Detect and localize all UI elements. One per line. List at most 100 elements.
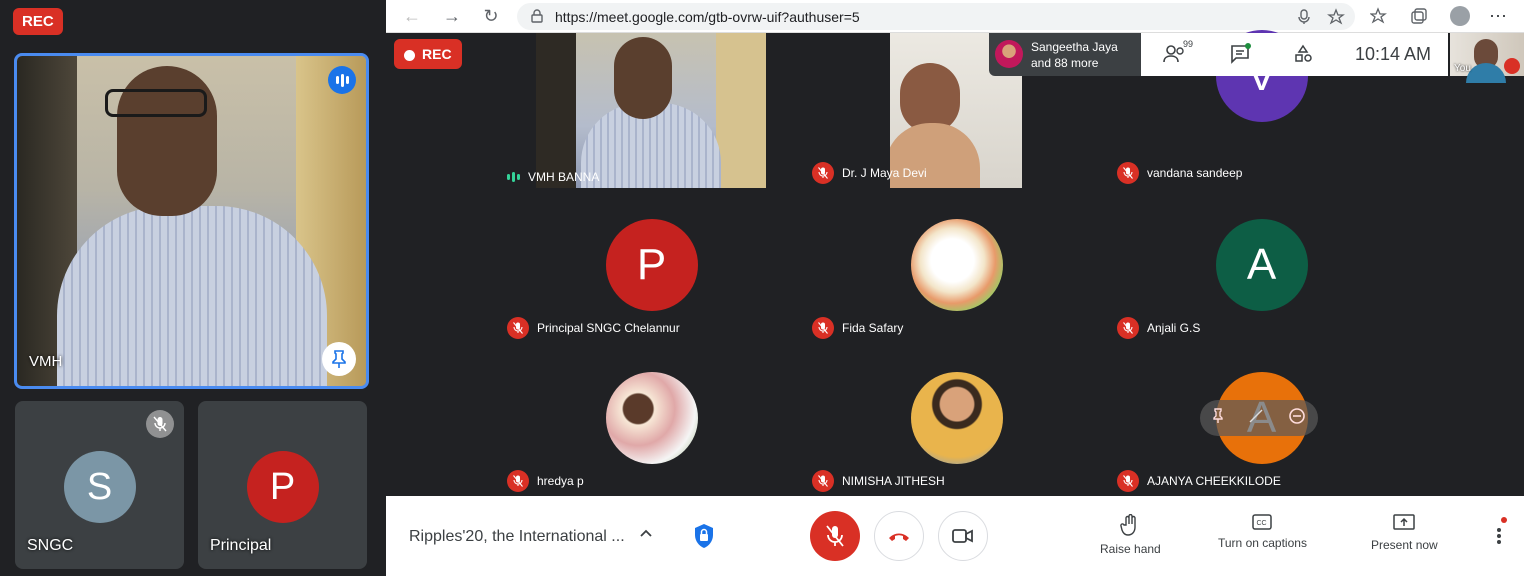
participant-label: VMH BANNA bbox=[507, 170, 599, 184]
microphone-toggle-button[interactable] bbox=[810, 511, 860, 561]
participant-name: AJANYA CHEEKKILODE bbox=[1147, 474, 1281, 488]
pin-icon[interactable] bbox=[1212, 407, 1224, 429]
mute-participant-icon[interactable] bbox=[1249, 409, 1263, 428]
favorite-icon[interactable] bbox=[1327, 8, 1345, 26]
svg-text:CC: CC bbox=[1257, 520, 1267, 527]
activities-icon[interactable] bbox=[1292, 43, 1316, 67]
camera-toggle-button[interactable] bbox=[938, 511, 988, 561]
participant-label: Fida Safary bbox=[812, 317, 903, 339]
avatar: A bbox=[1215, 219, 1308, 311]
pin-icon[interactable] bbox=[322, 342, 356, 376]
lock-icon bbox=[531, 9, 543, 23]
raise-hand-button[interactable]: Raise hand bbox=[1100, 514, 1161, 556]
participant-tile[interactable]: NIMISHA JITHESH bbox=[804, 341, 1109, 496]
muted-mic-icon bbox=[507, 470, 529, 492]
muted-mic-icon bbox=[1117, 317, 1139, 339]
self-view-tile[interactable]: You bbox=[1450, 33, 1524, 83]
meeting-info-bar: Sangeetha Jaya and 88 more 99 10:14 AM bbox=[989, 33, 1448, 76]
participant-tile[interactable]: hredya p bbox=[499, 341, 804, 496]
presenter-avatar bbox=[995, 40, 1023, 68]
participant-name: Principal bbox=[210, 537, 272, 554]
mic-off-icon bbox=[826, 525, 844, 547]
meeting-title[interactable]: Ripples'20, the International ... bbox=[409, 528, 625, 546]
captions-label: Turn on captions bbox=[1218, 536, 1307, 550]
participant-label: Dr. J Maya Devi bbox=[812, 162, 927, 184]
chat-icon[interactable] bbox=[1229, 43, 1253, 67]
participant-tile[interactable]: VMH BANNA bbox=[499, 33, 804, 188]
speaking-indicator-icon bbox=[507, 172, 520, 182]
present-label: Present now bbox=[1371, 538, 1438, 552]
participant-tile[interactable]: P Principal SNGC Chelannur bbox=[499, 188, 804, 343]
url-text: https://meet.google.com/gtb-ovrw-uif?aut… bbox=[555, 9, 860, 25]
raise-hand-label: Raise hand bbox=[1100, 542, 1161, 556]
speaker-glasses bbox=[105, 89, 207, 117]
participant-name: vandana sandeep bbox=[1147, 166, 1243, 180]
muted-mic-icon bbox=[1504, 58, 1520, 74]
participant-tile[interactable]: Fida Safary bbox=[804, 188, 1109, 343]
reload-icon[interactable]: ↻ bbox=[481, 6, 501, 26]
participant-label: NIMISHA JITHESH bbox=[812, 470, 945, 492]
more-options-icon[interactable] bbox=[1492, 516, 1508, 546]
muted-mic-icon bbox=[812, 162, 834, 184]
collections-icon[interactable] bbox=[1410, 7, 1428, 25]
back-icon[interactable]: ← bbox=[402, 6, 422, 26]
speaking-indicator-icon bbox=[328, 66, 356, 94]
favorites-icon[interactable] bbox=[1370, 7, 1388, 25]
recording-badge: REC bbox=[13, 8, 63, 35]
hang-up-icon bbox=[889, 533, 909, 541]
participant-tile[interactable]: S SNGC bbox=[15, 401, 184, 569]
participant-tile[interactable]: A AJANYA CHEEKKILODE bbox=[1109, 341, 1414, 496]
avatar: P bbox=[246, 451, 319, 523]
present-icon bbox=[1393, 514, 1416, 530]
participant-name: Fida Safary bbox=[842, 321, 904, 335]
hand-icon bbox=[1120, 514, 1137, 536]
muted-mic-icon bbox=[1117, 470, 1139, 492]
microphone-icon[interactable] bbox=[1295, 8, 1313, 26]
remove-icon[interactable] bbox=[1288, 407, 1306, 430]
address-bar[interactable]: https://meet.google.com/gtb-ovrw-uif?aut… bbox=[517, 3, 1355, 30]
avatar-photo bbox=[910, 372, 1003, 464]
clock: 10:14 AM bbox=[1355, 44, 1432, 64]
shield-icon[interactable] bbox=[692, 522, 716, 555]
participant-name: Principal SNGC Chelannur bbox=[537, 321, 680, 335]
speaker-body bbox=[57, 206, 327, 386]
participants-count: 99 bbox=[1183, 39, 1194, 49]
browser-toolbar: ← → ↻ https://meet.google.com/gtb-ovrw-u… bbox=[386, 0, 1524, 33]
muted-mic-icon bbox=[507, 317, 529, 339]
left-panel: REC VMH S SNGC P Principal bbox=[0, 0, 386, 576]
chevron-up-icon[interactable] bbox=[638, 526, 654, 547]
presenter-indicator[interactable]: Sangeetha Jaya and 88 more bbox=[989, 33, 1141, 76]
participant-label: Principal SNGC Chelannur bbox=[507, 317, 680, 339]
captions-button[interactable]: CC Turn on captions bbox=[1218, 514, 1307, 550]
muted-mic-icon bbox=[146, 410, 174, 438]
participants-icon[interactable]: 99 bbox=[1163, 39, 1193, 67]
participant-tile[interactable]: A Anjali G.S bbox=[1109, 188, 1414, 343]
main-tile-name: VMH bbox=[29, 353, 63, 370]
avatar-photo bbox=[910, 219, 1003, 311]
muted-mic-icon bbox=[812, 470, 834, 492]
camera-icon bbox=[952, 529, 973, 543]
participant-name: NIMISHA JITHESH bbox=[842, 474, 945, 488]
participant-name: hredya p bbox=[537, 474, 584, 488]
participant-name: Anjali G.S bbox=[1147, 321, 1201, 335]
more-options-icon[interactable]: ⋯ bbox=[1488, 6, 1508, 26]
recording-badge: REC bbox=[394, 39, 462, 69]
participant-label: hredya p bbox=[507, 470, 584, 492]
presenter-text: Sangeetha Jaya and 88 more bbox=[1031, 39, 1118, 71]
meeting-controls-bar: Ripples'20, the International ... Raise … bbox=[386, 496, 1524, 576]
self-label: You bbox=[1454, 63, 1471, 74]
participant-tile[interactable]: P Principal bbox=[198, 401, 367, 569]
presenter-more: and 88 more bbox=[1031, 56, 1099, 70]
participant-label: vandana sandeep bbox=[1117, 162, 1242, 184]
participant-label: Anjali G.S bbox=[1117, 317, 1200, 339]
presenter-name: Sangeetha Jaya bbox=[1031, 40, 1118, 54]
present-now-button[interactable]: Present now bbox=[1371, 514, 1438, 552]
leave-call-button[interactable] bbox=[874, 511, 924, 561]
browser-window: ← → ↻ https://meet.google.com/gtb-ovrw-u… bbox=[386, 0, 1524, 576]
meeting-grid: REC VMH BANNA Dr. J Maya Devi vandana sa… bbox=[386, 30, 1524, 496]
avatar-photo bbox=[605, 372, 698, 464]
avatar: P bbox=[605, 219, 698, 311]
main-video-tile[interactable]: VMH bbox=[14, 53, 369, 389]
forward-icon[interactable]: → bbox=[442, 6, 462, 26]
profile-icon[interactable] bbox=[1450, 6, 1470, 26]
